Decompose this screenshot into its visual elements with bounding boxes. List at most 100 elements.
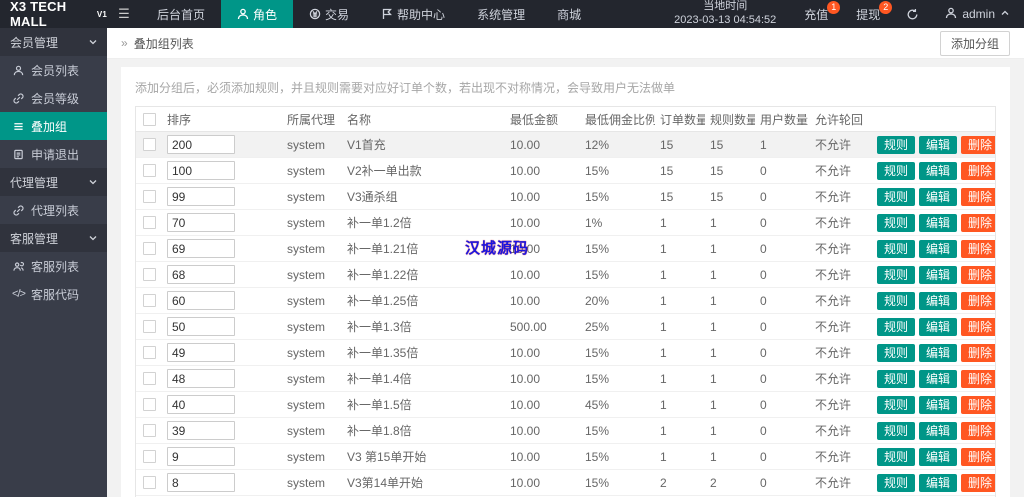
delete-button[interactable]: 删除 (961, 395, 995, 414)
loop-cell: 不允许 (815, 476, 852, 490)
row-checkbox[interactable] (142, 476, 156, 489)
edit-button[interactable]: 编辑 (919, 213, 958, 232)
nav-item-trade[interactable]: 交易 (293, 0, 365, 28)
nav-item-system-admin[interactable]: 系统管理 (461, 0, 541, 28)
sidebar-item-support-list[interactable]: 客服列表 (0, 252, 107, 280)
sidebar-section-support-mgmt[interactable]: 客服管理 (0, 224, 107, 252)
sidebar-item-exit-request[interactable]: 申请退出 (0, 140, 107, 168)
rules-button[interactable]: 规则 (877, 369, 916, 388)
sort-input[interactable] (167, 213, 235, 232)
nav-item-dashboard[interactable]: 后台首页 (141, 0, 221, 28)
rules-button[interactable]: 规则 (877, 187, 916, 206)
rules-button[interactable]: 规则 (877, 265, 916, 284)
col-sort: 排序 (167, 112, 192, 127)
col-orders: 订单数量 (660, 112, 705, 127)
sort-input[interactable] (167, 473, 235, 492)
edit-button[interactable]: 编辑 (919, 317, 958, 336)
add-group-button[interactable]: 添加分组 (939, 30, 1010, 56)
hamburger-icon[interactable]: ☰ (107, 0, 141, 28)
row-checkbox[interactable] (142, 320, 156, 333)
row-checkbox[interactable] (142, 424, 156, 437)
sort-input[interactable] (167, 343, 235, 362)
row-checkbox[interactable] (142, 268, 156, 281)
edit-button[interactable]: 编辑 (919, 395, 958, 414)
delete-button[interactable]: 删除 (961, 135, 995, 154)
row-checkbox[interactable] (142, 164, 156, 177)
sort-input[interactable] (167, 447, 235, 466)
row-checkbox[interactable] (142, 216, 156, 229)
sort-input[interactable] (167, 369, 235, 388)
edit-button[interactable]: 编辑 (919, 447, 958, 466)
delete-button[interactable]: 删除 (961, 161, 995, 180)
chevron-down-icon (86, 37, 99, 47)
delete-button[interactable]: 删除 (961, 317, 995, 336)
edit-button[interactable]: 编辑 (919, 421, 958, 440)
nav-item-help-center[interactable]: 帮助中心 (365, 0, 461, 28)
nav-item-roles[interactable]: 角色 (221, 0, 294, 28)
refresh-icon[interactable] (894, 0, 931, 28)
delete-button[interactable]: 删除 (961, 447, 995, 466)
recharge-button[interactable]: 充值 1 (790, 0, 842, 28)
user-menu[interactable]: admin (931, 0, 1024, 28)
rules-button[interactable]: 规则 (877, 395, 916, 414)
delete-button[interactable]: 删除 (961, 187, 995, 206)
rules-button[interactable]: 规则 (877, 343, 916, 362)
select-all-checkbox[interactable] (142, 112, 156, 126)
edit-button[interactable]: 编辑 (919, 187, 958, 206)
delete-button[interactable]: 删除 (961, 343, 995, 362)
delete-button[interactable]: 删除 (961, 265, 995, 284)
nav-item-mall[interactable]: 商城 (541, 0, 597, 28)
sidebar-section-agent-mgmt[interactable]: 代理管理 (0, 168, 107, 196)
row-checkbox[interactable] (142, 242, 156, 255)
sidebar-item-member-list[interactable]: 会员列表 (0, 56, 107, 84)
rules-button[interactable]: 规则 (877, 291, 916, 310)
sort-input[interactable] (167, 291, 235, 310)
row-checkbox[interactable] (142, 450, 156, 463)
row-checkbox[interactable] (142, 372, 156, 385)
name-cell: V3通杀组 (347, 190, 398, 204)
sort-input[interactable] (167, 135, 235, 154)
sort-input[interactable] (167, 265, 235, 284)
edit-button[interactable]: 编辑 (919, 161, 958, 180)
delete-button[interactable]: 删除 (961, 473, 995, 492)
edit-button[interactable]: 编辑 (919, 135, 958, 154)
row-checkbox[interactable] (142, 138, 156, 151)
row-checkbox[interactable] (142, 190, 156, 203)
sort-input[interactable] (167, 161, 235, 180)
sidebar-section-member-mgmt[interactable]: 会员管理 (0, 28, 107, 56)
edit-button[interactable]: 编辑 (919, 343, 958, 362)
rules-button[interactable]: 规则 (877, 135, 916, 154)
rules-button[interactable]: 规则 (877, 447, 916, 466)
edit-button[interactable]: 编辑 (919, 265, 958, 284)
rules-button[interactable]: 规则 (877, 421, 916, 440)
sort-input[interactable] (167, 395, 235, 414)
sort-input[interactable] (167, 239, 235, 258)
delete-button[interactable]: 删除 (961, 291, 995, 310)
min-amount-cell: 10.00 (510, 293, 541, 308)
rules-button[interactable]: 规则 (877, 317, 916, 336)
flag-icon (381, 8, 393, 20)
row-checkbox[interactable] (142, 294, 156, 307)
sort-input[interactable] (167, 187, 235, 206)
row-checkbox[interactable] (142, 398, 156, 411)
edit-button[interactable]: 编辑 (919, 291, 958, 310)
rules-button[interactable]: 规则 (877, 161, 916, 180)
rules-button[interactable]: 规则 (877, 239, 916, 258)
delete-button[interactable]: 删除 (961, 421, 995, 440)
rules-button[interactable]: 规则 (877, 473, 916, 492)
withdraw-button[interactable]: 提现 2 (842, 0, 894, 28)
edit-button[interactable]: 编辑 (919, 239, 958, 258)
delete-button[interactable]: 删除 (961, 239, 995, 258)
sort-input[interactable] (167, 317, 235, 336)
rules-button[interactable]: 规则 (877, 213, 916, 232)
delete-button[interactable]: 删除 (961, 213, 995, 232)
sort-input[interactable] (167, 421, 235, 440)
sidebar-item-agent-list[interactable]: 代理列表 (0, 196, 107, 224)
edit-button[interactable]: 编辑 (919, 473, 958, 492)
sidebar-item-member-level[interactable]: 会员等级 (0, 84, 107, 112)
delete-button[interactable]: 删除 (961, 369, 995, 388)
row-checkbox[interactable] (142, 346, 156, 359)
sidebar-item-stack-group[interactable]: 叠加组 (0, 112, 107, 140)
edit-button[interactable]: 编辑 (919, 369, 958, 388)
sidebar-item-support-code[interactable]: </> 客服代码 (0, 280, 107, 308)
